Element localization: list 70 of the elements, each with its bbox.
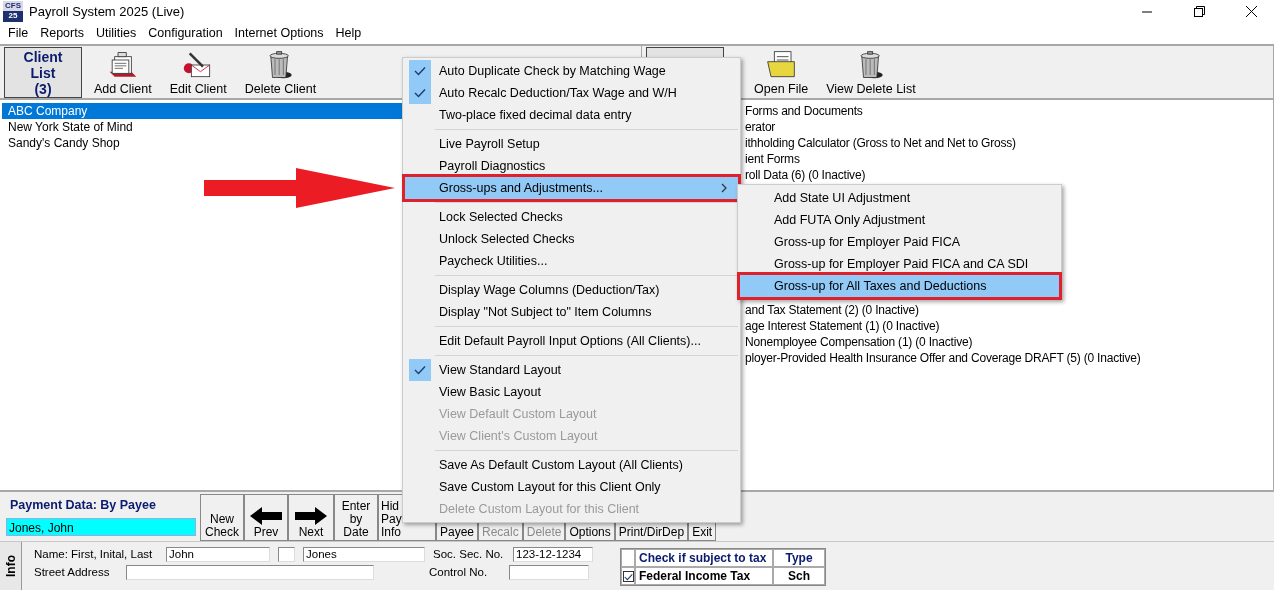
menu-item[interactable]: Live Payroll Setup [405,133,738,155]
panel-title: Payment Data: By Payee [9,498,157,512]
menu-item[interactable]: Add State UI Adjustment [740,187,1059,209]
app-logo-icon: CFS 25 [3,0,23,22]
arrow-right-icon [294,506,328,526]
menu-item[interactable]: Auto Recalc Deduction/Tax Wage and W/H [405,82,738,104]
menu-item[interactable]: File [2,26,35,40]
window-title: Payroll System 2025 (Live) [29,3,186,19]
nav-button[interactable]: New Check [200,494,244,541]
field-label: Control No. [429,565,489,580]
close-icon [1245,5,1257,17]
file-list-item[interactable]: Nonemployee Compensation (1) (0 Inactive) [745,334,1273,350]
toolbar-button[interactable]: Edit Client [163,46,233,98]
nav-button[interactable]: Next [288,494,334,541]
menu-item[interactable]: Utilities [89,26,143,40]
client-list-button[interactable]: Client List (3) [4,47,82,98]
nav-button[interactable]: Enter by Date [334,494,378,541]
menu-item[interactable]: Paycheck Utilities... [405,250,738,272]
toolbar-button[interactable]: View Delete List [820,46,922,98]
table-cell: Sch [773,567,825,585]
file-list-item[interactable]: ployer-Provided Health Insurance Offer and Coverage DRAFT (5) (0 Inactive) [745,350,1273,366]
menu-item[interactable]: Reports [34,26,90,40]
menu-item[interactable]: View Standard Layout [405,359,738,381]
menu-item[interactable]: Display Wage Columns (Deduction/Tax) [405,279,738,301]
menu-item[interactable]: Gross-up for Employer Paid FICA and CA SDI [740,253,1059,275]
menu-item[interactable]: Add FUTA Only Adjustment [740,209,1059,231]
ssn-field[interactable]: 123-12-1234 [513,546,593,562]
street-address-field[interactable] [126,564,374,580]
menu-item[interactable]: Unlock Selected Checks [405,228,738,250]
arrow-left-icon [249,506,283,526]
field-label: Name: First, Inital, Last [34,547,154,562]
payee-field[interactable]: Jones, John [6,518,196,536]
file-list-item[interactable]: roll Data (6) (0 Inactive) [745,167,1273,183]
file-list-item[interactable]: age Interest Statement (1) (0 Inactive) [745,318,1273,334]
menu-item[interactable]: Auto Duplicate Check by Matching Wage [405,60,738,82]
menu-item[interactable]: Gross-up for Employer Paid FICA [740,231,1059,253]
menu-item[interactable]: Save As Default Custom Layout (All Clients) [405,454,738,476]
toolbar-button[interactable]: Delete Client [238,46,323,98]
menu-item[interactable]: View Basic Layout [405,381,738,403]
file-list-item[interactable]: ient Forms [745,151,1273,167]
control-number-field[interactable] [509,564,589,580]
column-header: Check if subject to tax [635,549,773,567]
column-header: Type [773,549,825,567]
menu-item[interactable]: Lock Selected Checks [405,206,738,228]
toolbar-button[interactable]: Add Client [88,46,158,98]
file-list-item[interactable]: Forms and Documents [745,103,1273,119]
checkbox[interactable] [622,570,634,582]
file-list-item[interactable]: and Tax Statement (2) (0 Inactive) [745,302,1273,318]
menu-item[interactable]: Internet Options [228,26,330,40]
last-name-field[interactable]: Jones [303,546,425,562]
restore-icon [1193,5,1205,17]
field-label: Soc. Sec. No. [433,547,505,562]
nav-button[interactable]: Prev [244,494,288,541]
file-list-item[interactable]: ithholding Calculator (Gross to Net and Net to Gross) [745,135,1273,151]
menu-item[interactable]: Payroll Diagnostics [405,155,738,177]
menu-item[interactable]: Gross-up for All Taxes and Deductions [740,275,1059,297]
menu-item[interactable]: Edit Default Payroll Input Options (All Clients)... [405,330,738,352]
file-list-item[interactable]: erator [745,119,1273,135]
field-label: Street Address [34,565,111,580]
menu-item[interactable]: Help [329,26,368,40]
info-tab[interactable]: Info [0,542,22,590]
menu-item[interactable]: Save Custom Layout for this Client Only [405,476,738,498]
table-cell: Federal Income Tax [635,567,773,585]
menu-item[interactable]: Display "Not Subject to" Item Columns [405,301,738,323]
menu-item[interactable]: Configuration [142,26,229,40]
menu-item[interactable]: Gross-ups and Adjustments... [405,177,738,199]
first-name-field[interactable]: John [166,546,270,562]
check-icon [623,571,633,582]
toolbar-button[interactable]: Open File [748,46,815,98]
initial-field[interactable] [278,546,295,562]
